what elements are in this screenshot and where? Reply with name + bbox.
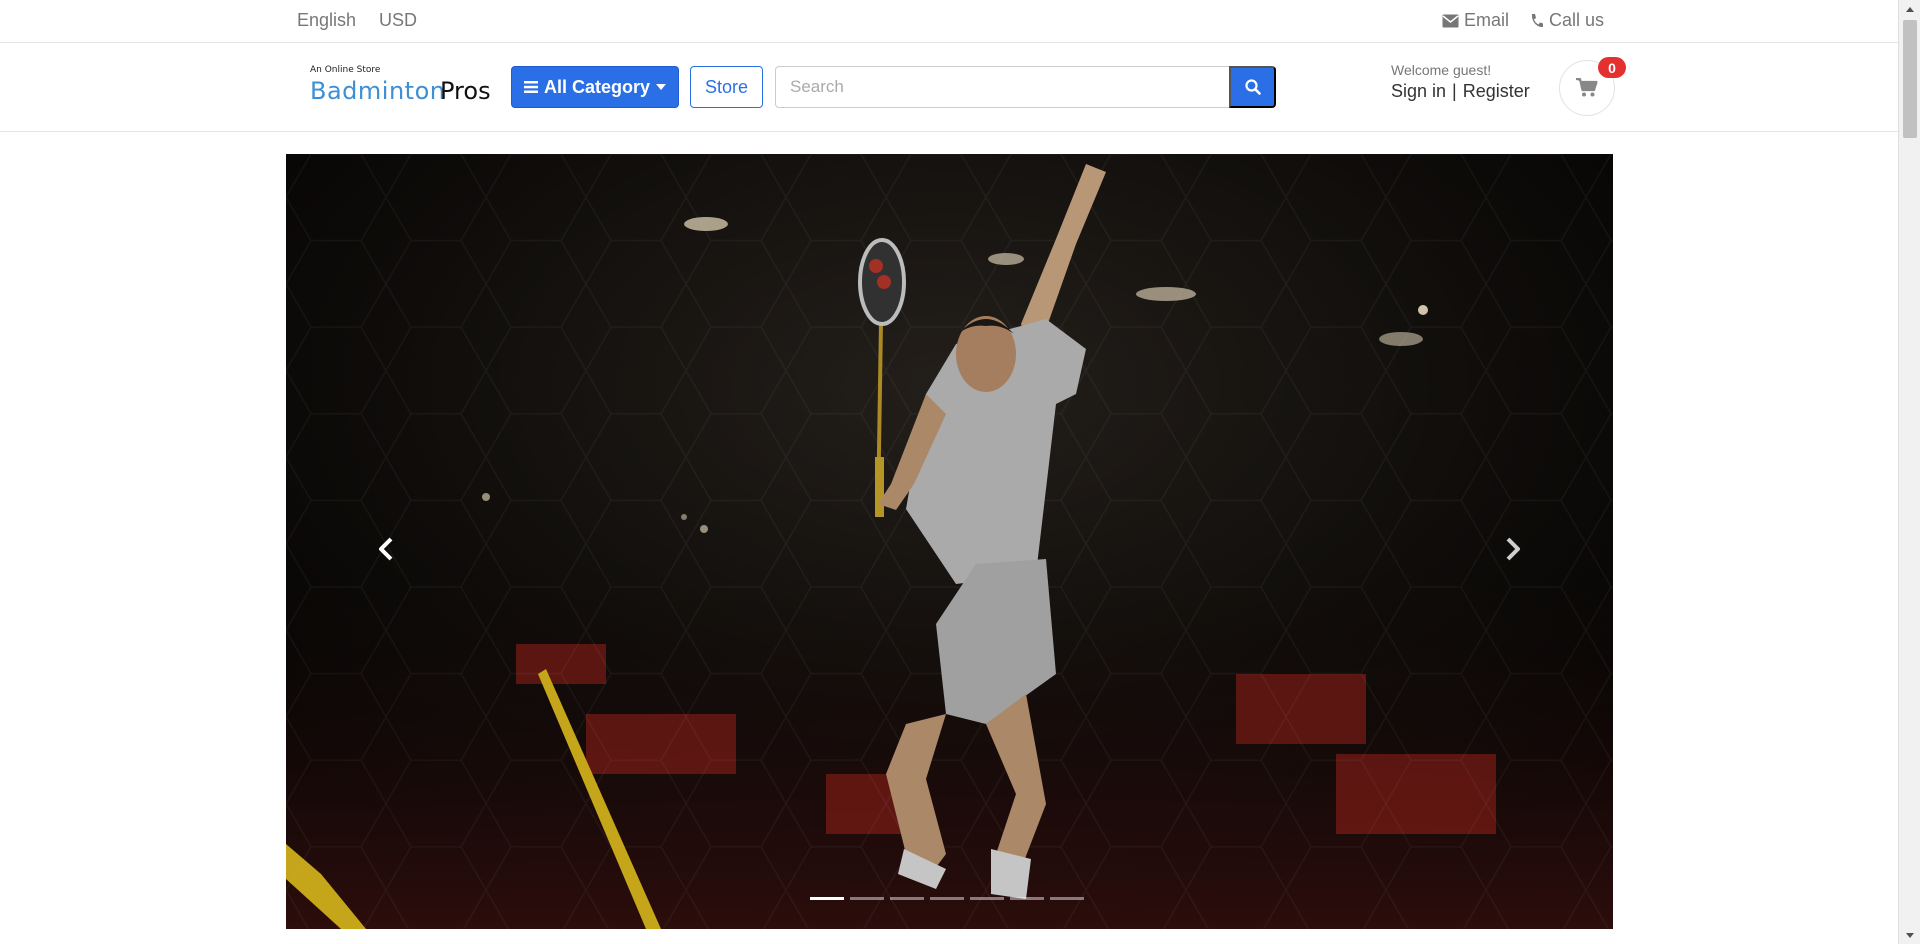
- all-category-button[interactable]: All Category: [511, 66, 679, 108]
- auth-separator: |: [1452, 81, 1457, 101]
- carousel-indicators: [810, 897, 1084, 900]
- logo-name-part2: Pros: [440, 77, 491, 105]
- carousel-indicator[interactable]: [970, 897, 1004, 900]
- shopping-cart-icon: [1576, 78, 1598, 97]
- envelope-icon: [1442, 14, 1459, 27]
- cart-count-badge: 0: [1598, 57, 1626, 78]
- hero-slide-image: [286, 154, 1613, 929]
- all-category-label: All Category: [543, 76, 651, 97]
- search-input[interactable]: [775, 66, 1230, 108]
- scrollbar-thumb[interactable]: [1903, 20, 1917, 138]
- main-header: An Online Store Badminton Pros All Categ…: [0, 43, 1898, 132]
- store-button[interactable]: Store: [690, 66, 763, 108]
- sign-in-link[interactable]: Sign in: [1391, 81, 1446, 102]
- call-us-link[interactable]: Call us: [1530, 10, 1604, 31]
- chevron-right-icon: [1506, 537, 1520, 561]
- top-bar: English USD Email Call us: [0, 0, 1898, 43]
- carousel-indicator[interactable]: [850, 897, 884, 900]
- scroll-up-arrow[interactable]: [1899, 0, 1920, 18]
- logo-tagline: An Online Store: [310, 65, 381, 75]
- carousel-indicator[interactable]: [1050, 897, 1084, 900]
- email-link[interactable]: Email: [1442, 10, 1509, 31]
- call-label: Call us: [1549, 10, 1605, 30]
- menu-icon: [523, 81, 538, 93]
- welcome-text: Welcome guest!: [1391, 62, 1492, 78]
- carousel-indicator[interactable]: [930, 897, 964, 900]
- logo-name-part1: Badminton: [310, 77, 446, 105]
- carousel-prev-button[interactable]: [366, 524, 406, 574]
- scroll-down-arrow[interactable]: [1899, 926, 1920, 944]
- caret-up-icon: [1906, 6, 1914, 12]
- language-selector[interactable]: English: [297, 10, 356, 31]
- page-scrollbar[interactable]: [1898, 0, 1920, 944]
- caret-down-icon: [656, 84, 667, 90]
- carousel-next-button[interactable]: [1493, 524, 1533, 574]
- carousel-indicator[interactable]: [810, 897, 844, 900]
- register-link[interactable]: Register: [1463, 81, 1530, 102]
- carousel-indicator[interactable]: [1010, 897, 1044, 900]
- caret-down-icon: [1906, 932, 1914, 938]
- email-label: Email: [1464, 10, 1510, 30]
- search-button[interactable]: [1229, 66, 1276, 108]
- hero-carousel[interactable]: [286, 154, 1613, 929]
- phone-icon: [1531, 13, 1543, 27]
- chevron-left-icon: [379, 537, 393, 561]
- site-logo[interactable]: An Online Store Badminton Pros: [310, 65, 500, 115]
- auth-links: Sign in | Register: [1391, 81, 1530, 102]
- search-icon: [1244, 79, 1261, 95]
- currency-selector[interactable]: USD: [379, 10, 417, 31]
- carousel-indicator[interactable]: [890, 897, 924, 900]
